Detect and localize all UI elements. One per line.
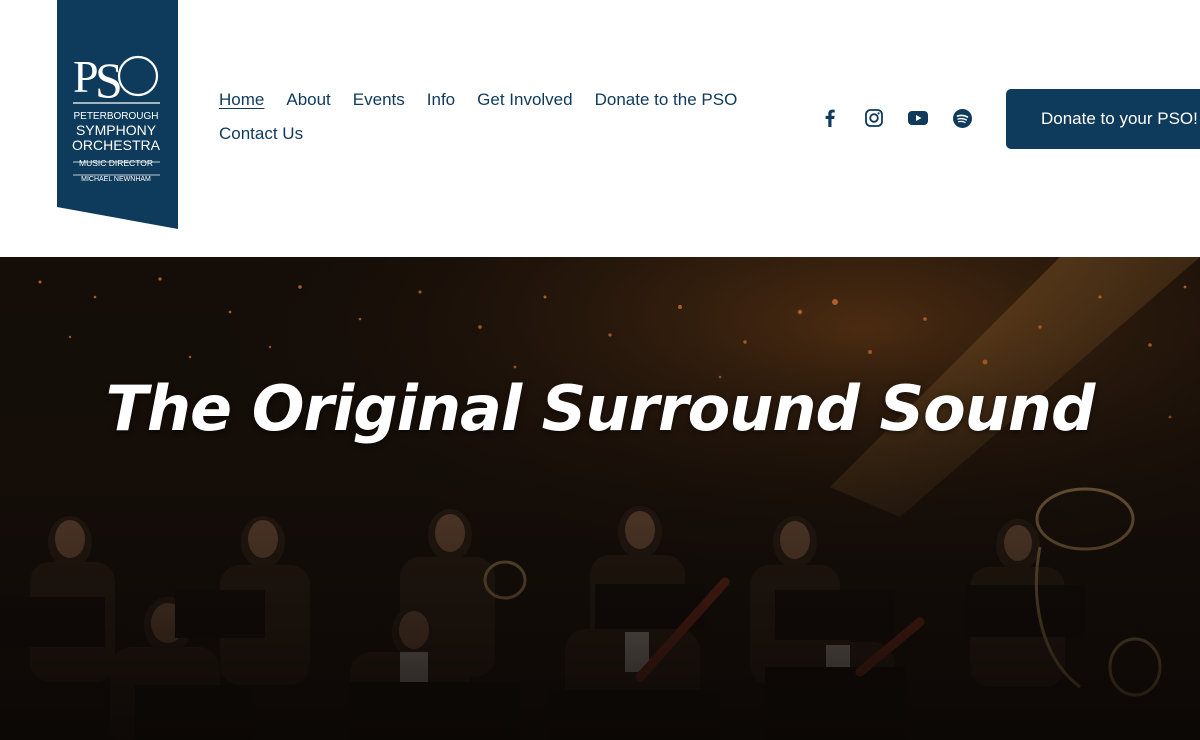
nav-about[interactable]: About <box>286 90 330 110</box>
nav-get-involved[interactable]: Get Involved <box>477 90 572 110</box>
logo-line-michael-newnham: MICHAEL NEWNHAM <box>81 175 151 183</box>
nav-info[interactable]: Info <box>427 90 455 110</box>
youtube-icon[interactable] <box>908 108 928 128</box>
hero-banner: The Original Surround Sound <box>0 257 1200 740</box>
logo-line-symphony: SYMPHONY <box>75 122 157 138</box>
donate-button[interactable]: Donate to your PSO! <box>1006 89 1200 149</box>
nav-events[interactable]: Events <box>353 90 405 110</box>
site-logo[interactable]: P S PETERBOROUGH SYMPHONY ORCHESTRA MUSI… <box>57 0 178 229</box>
main-nav: Home About Events Info Get Involved Dona… <box>219 90 779 144</box>
facebook-icon[interactable] <box>820 108 840 128</box>
social-links <box>820 108 972 128</box>
site-header: P S PETERBOROUGH SYMPHONY ORCHESTRA MUSI… <box>0 0 1200 257</box>
hero-orchestra-image <box>0 257 1200 740</box>
logo-line-music-director: MUSIC DIRECTOR <box>79 158 153 168</box>
hero-title: The Original Surround Sound <box>105 372 1096 445</box>
logo-text: PETERBOROUGH SYMPHONY ORCHESTRA MUSIC DI… <box>57 112 175 183</box>
spotify-icon[interactable] <box>952 108 972 128</box>
nav-contact-us[interactable]: Contact Us <box>219 124 303 144</box>
logo-line-peterborough: PETERBOROUGH <box>73 111 159 122</box>
instagram-icon[interactable] <box>864 108 884 128</box>
nav-donate-to-the-pso[interactable]: Donate to the PSO <box>595 90 738 110</box>
nav-home[interactable]: Home <box>219 90 264 110</box>
logo-line-orchestra: ORCHESTRA <box>72 137 160 153</box>
